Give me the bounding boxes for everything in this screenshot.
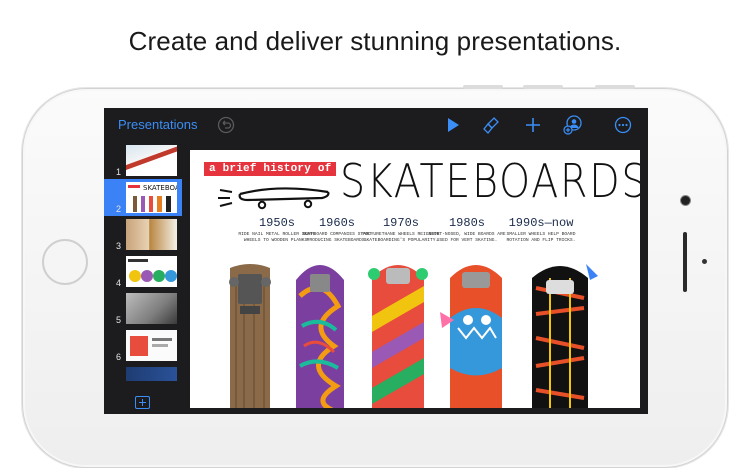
slide-number: 5 [116,315,122,325]
skateboard-1970s [368,265,428,408]
slide-thumbnail[interactable]: 3 [104,216,182,253]
presentations-back-link[interactable]: Presentations [118,117,198,132]
collaborate-icon[interactable] [562,114,584,136]
era-year: 1990s—now [508,216,574,230]
slide-number: 2 [116,204,122,214]
power-button [595,85,635,89]
slide-thumbnail[interactable]: 2 SKATEBOARDS [104,179,182,216]
skateboard-1950s [229,264,271,408]
slide-thumbnail-image [126,219,177,250]
skateboard-1960s [296,265,344,408]
slide-number: 1 [116,167,122,177]
slide-title: SKATEBOARDS [340,154,640,208]
slide-tag: a brief history of [204,162,337,176]
slide-thumbnail[interactable]: 1 [104,142,182,179]
add-slide-button[interactable] [135,396,150,409]
slide-canvas[interactable]: a brief history of SKATEBOARDS 1950s Rid… [190,150,640,408]
slide-thumbnail-image [126,367,177,381]
svg-text:SKATEBOARDS: SKATEBOARDS [143,184,177,192]
slide-navigator: 1 2 SKATEBOARDS 3 4 5 6 [104,142,182,414]
era-caption: Short-nosed, wide boards are used for ve… [428,232,506,243]
camera-icon [681,196,690,205]
slide-number: 6 [116,352,122,362]
slide-thumbnail[interactable]: 6 [104,327,182,364]
skateboard-1980s [440,265,502,408]
slide-thumbnail[interactable]: 5 [104,290,182,327]
speaker-grille [683,232,687,292]
brush-icon[interactable] [480,114,502,136]
slide-thumbnail-image [126,145,177,176]
headline: Create and deliver stunning presentation… [128,26,622,56]
slide-thumbnail-image [126,256,177,287]
skateboard-1990s [532,264,598,408]
volume-button [523,85,563,89]
slide-number: 4 [116,278,122,288]
slide-thumbnail-image: SKATEBOARDS [126,182,177,213]
skateboard-doodle [218,187,330,210]
era-caption: Smaller wheels help board rotation and f… [506,232,576,243]
undo-icon[interactable] [215,114,237,136]
era-1980s: 1980s Short-nosed, wide boards are used … [428,216,506,244]
slide-thumbnail[interactable]: 4 [104,253,182,290]
toolbar: Presentations [104,108,648,142]
more-icon[interactable] [612,114,634,136]
era-1990s-now: 1990s—now Smaller wheels help board rota… [502,216,580,244]
era-year: 1980s [448,216,485,230]
slide-thumbnail-image [126,330,177,361]
slide-number: 3 [116,241,122,251]
volume-button [463,85,503,89]
keynote-screen: Presentations 1 2 SKATEBOARDS [104,108,648,414]
play-icon[interactable] [442,114,464,136]
slide-thumbnail-image [126,293,177,324]
home-button[interactable] [42,239,88,285]
plus-icon[interactable] [522,114,544,136]
proximity-sensor [702,259,707,264]
